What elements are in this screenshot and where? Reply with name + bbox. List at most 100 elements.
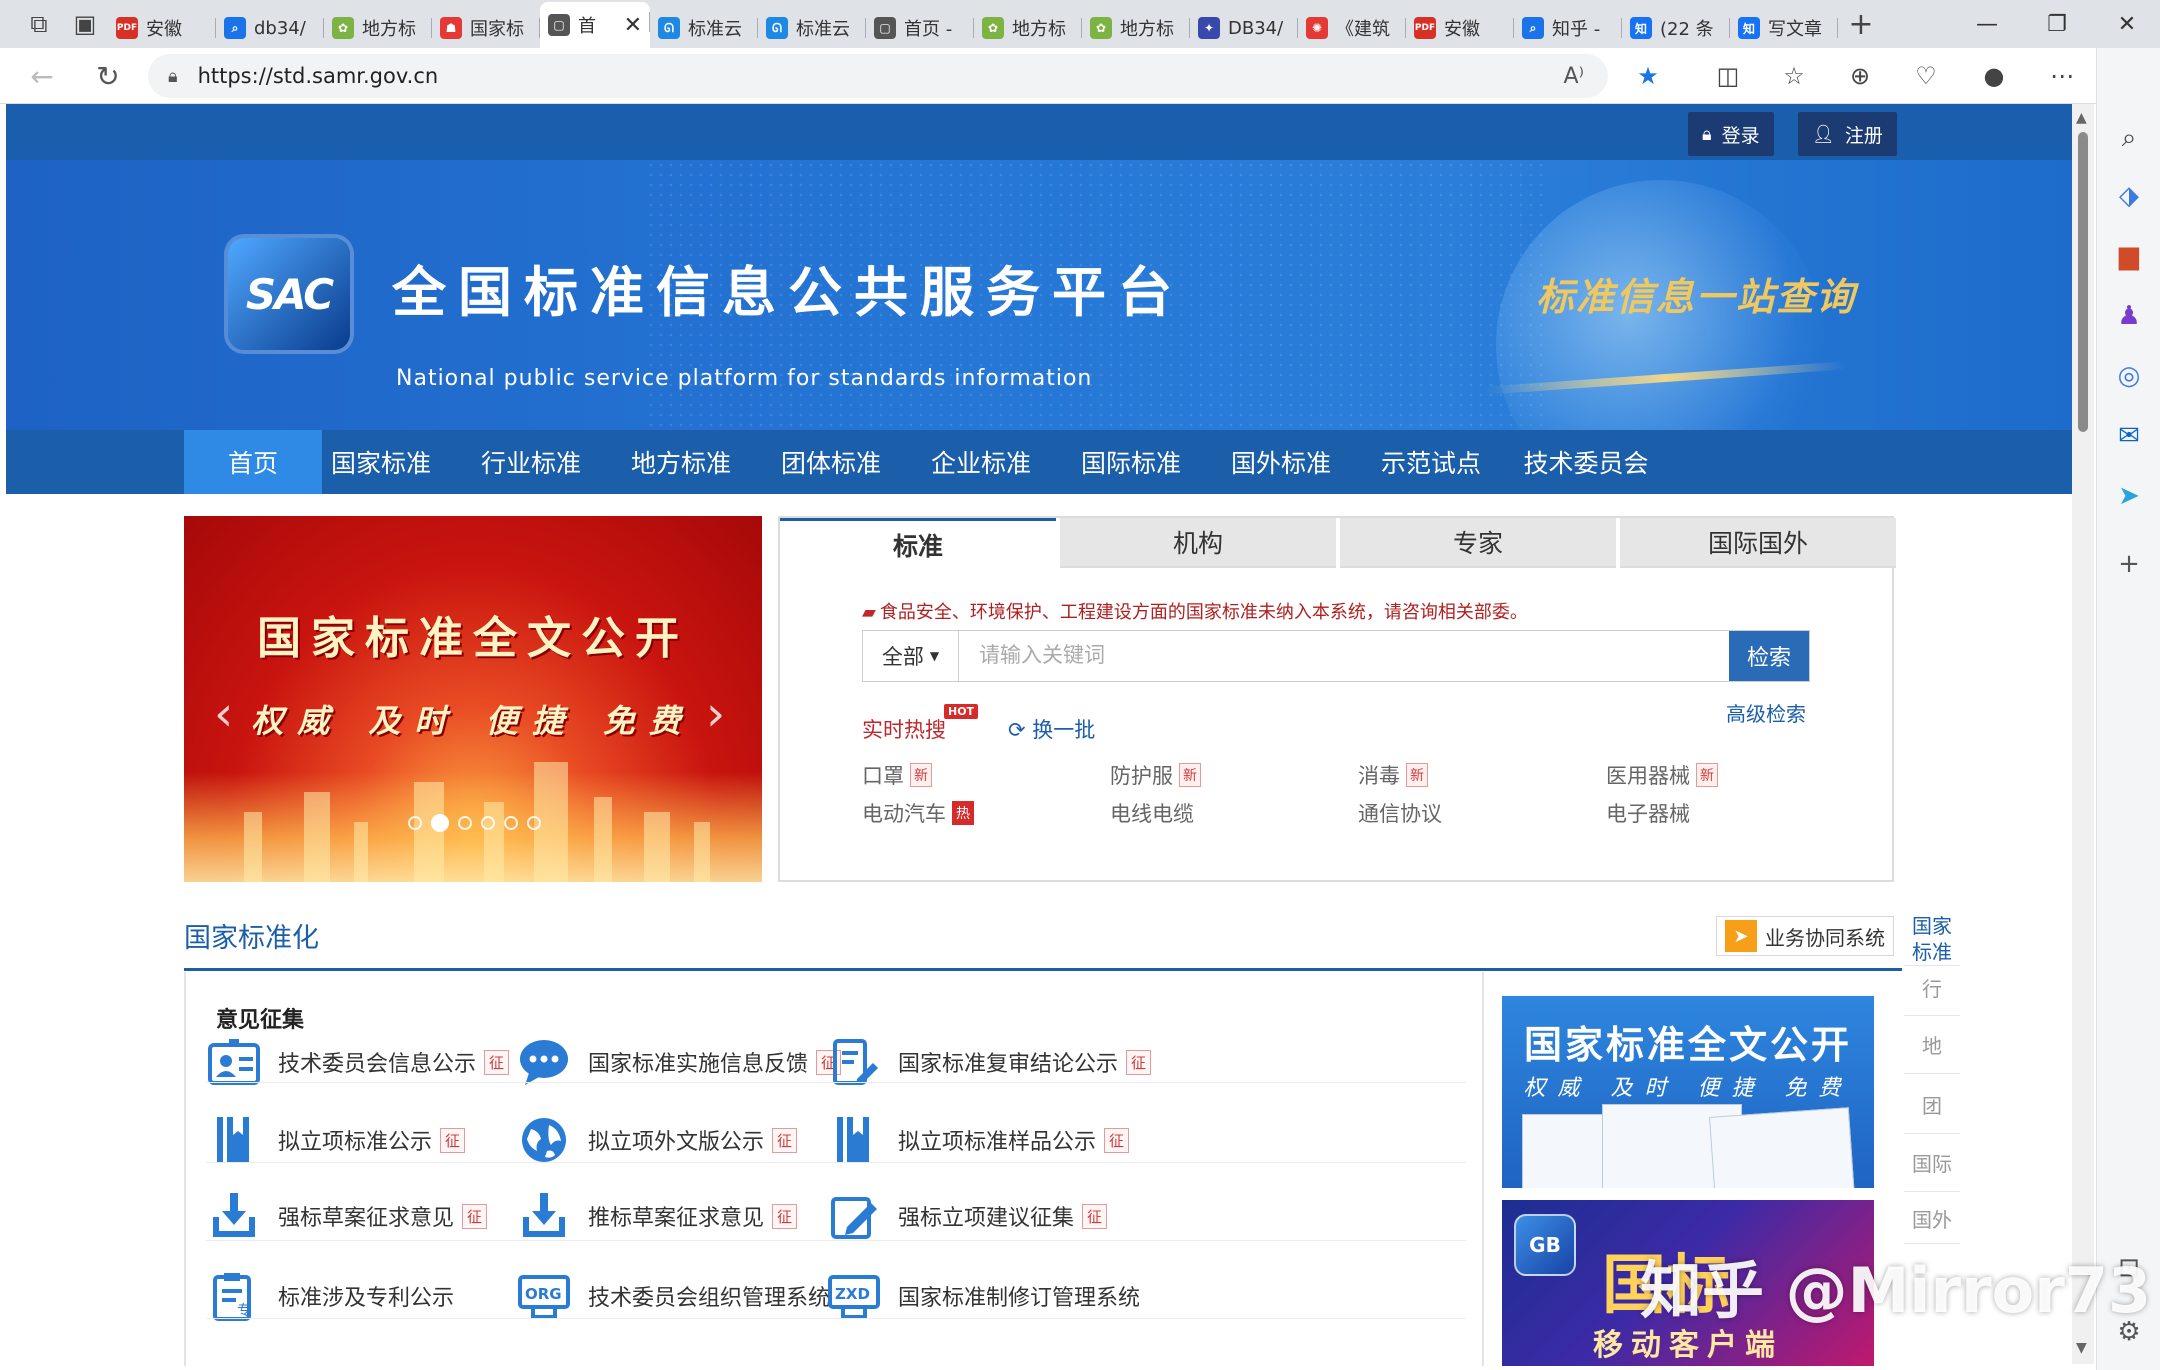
favorite-star-icon[interactable]: ★ bbox=[1622, 54, 1674, 98]
refresh-icon[interactable]: ↻ bbox=[82, 54, 134, 98]
back-icon[interactable]: ← bbox=[16, 54, 68, 98]
scrollbar-thumb[interactable] bbox=[2078, 132, 2088, 432]
sac-logo[interactable]: SAC bbox=[228, 238, 350, 350]
lock-icon[interactable]: 🔒︎ bbox=[168, 66, 178, 87]
nav-item[interactable]: 首页 bbox=[184, 430, 322, 494]
nav-item[interactable]: 企业标准 bbox=[916, 430, 1046, 494]
opinion-item-link[interactable]: ZXD 国家标准制修订管理系统 bbox=[826, 1268, 1140, 1324]
standard-type-tab[interactable]: 地 bbox=[1904, 1016, 1960, 1074]
url-field[interactable]: 🔒︎ https://std.samr.gov.cn A⁾ bbox=[148, 54, 1608, 98]
browser-tab[interactable]: ⌕ db34/ bbox=[216, 8, 324, 48]
standard-type-tab[interactable]: 国外 bbox=[1904, 1194, 1960, 1244]
hot-keyword-link[interactable]: 医用器械新 bbox=[1606, 760, 1718, 790]
more-menu-icon[interactable]: ⋯ bbox=[2036, 54, 2088, 98]
workspaces-icon[interactable]: ⧉ bbox=[16, 4, 62, 44]
hot-keyword-link[interactable]: 通信协议 bbox=[1358, 798, 1442, 828]
browser-tab[interactable]: ✿ 地方标 bbox=[1082, 8, 1190, 48]
nav-item[interactable]: 团体标准 bbox=[766, 430, 896, 494]
search-icon[interactable]: ⌕ bbox=[2109, 118, 2149, 158]
carousel-next-icon[interactable]: › bbox=[706, 686, 725, 742]
hot-keyword-link[interactable]: 口罩新 bbox=[862, 760, 932, 790]
search-tab[interactable]: 标准 bbox=[780, 518, 1056, 568]
games-icon[interactable]: ♟ bbox=[2109, 296, 2149, 336]
new-tab-button[interactable]: + bbox=[1838, 4, 1884, 44]
opinion-item-link[interactable]: 强标草案征求意见征 bbox=[206, 1188, 488, 1244]
read-aloud-icon[interactable]: A⁾ bbox=[1564, 64, 1584, 89]
close-tab-icon[interactable]: ✕ bbox=[624, 13, 642, 38]
browser-tab[interactable]: PDF 安徽 bbox=[108, 8, 216, 48]
restore-button[interactable]: ❐ bbox=[2024, 0, 2090, 48]
opinion-item-link[interactable]: 拟立项标准公示征 bbox=[206, 1112, 466, 1168]
nav-item[interactable]: 国家标准 bbox=[316, 430, 446, 494]
collections-icon[interactable]: ⊕ bbox=[1834, 54, 1886, 98]
split-screen-icon[interactable]: ◫ bbox=[1702, 54, 1754, 98]
login-button[interactable]: 🔒︎ 登录 bbox=[1688, 112, 1774, 156]
opinion-item-link[interactable]: 强标立项建议征集征 bbox=[826, 1188, 1108, 1244]
browser-tab[interactable]: ✿ 地方标 bbox=[324, 8, 432, 48]
opinion-item-link[interactable]: ORG 技术委员会组织管理系统 bbox=[516, 1268, 830, 1324]
browser-tab[interactable]: ▢ 首页 - bbox=[866, 8, 974, 48]
tools-briefcase-icon[interactable]: ▆ bbox=[2109, 236, 2149, 276]
browser-tab[interactable]: 知 (22 条 bbox=[1622, 8, 1730, 48]
close-window-button[interactable]: ✕ bbox=[2094, 0, 2160, 48]
standard-type-tab[interactable]: 国际 bbox=[1904, 1134, 1960, 1192]
opinion-item-link[interactable]: 拟立项外文版公示征 bbox=[516, 1112, 798, 1168]
refresh-batch-link[interactable]: ⟳ 换一批 bbox=[1008, 714, 1095, 744]
microsoft-365-icon[interactable]: ◎ bbox=[2109, 356, 2149, 396]
browser-tab[interactable]: ✺ 《建筑 bbox=[1298, 8, 1406, 48]
browser-tab[interactable]: ᘏ 标准云 bbox=[758, 8, 866, 48]
profile-avatar-icon[interactable]: ● bbox=[1968, 54, 2020, 98]
fulltext-promo-banner[interactable]: 国家标准全文公开 权威 及时 便捷 免费 bbox=[1502, 996, 1874, 1188]
search-category-select[interactable]: 全部 ▼ bbox=[863, 631, 959, 681]
nav-item[interactable]: 国际标准 bbox=[1066, 430, 1196, 494]
browser-tab[interactable]: ⌕ 知乎 - bbox=[1514, 8, 1622, 48]
tab-actions-icon[interactable]: ▣ bbox=[62, 4, 108, 44]
search-button[interactable]: 检索 bbox=[1729, 631, 1809, 681]
browser-tab[interactable]: ☗ 国家标 bbox=[432, 8, 540, 48]
outlook-icon[interactable]: ✉ bbox=[2109, 416, 2149, 456]
search-tab[interactable]: 专家 bbox=[1340, 518, 1616, 568]
carousel-dot[interactable] bbox=[408, 816, 422, 830]
search-input[interactable] bbox=[959, 631, 1729, 681]
favorites-icon[interactable]: ☆ bbox=[1768, 54, 1820, 98]
standard-type-tab[interactable]: 行 bbox=[1904, 960, 1960, 1016]
standard-type-tab[interactable]: 国家标准 bbox=[1904, 912, 1960, 966]
minimize-button[interactable]: — bbox=[1954, 0, 2020, 48]
nav-item[interactable]: 示范试点 bbox=[1366, 430, 1496, 494]
carousel-dot[interactable] bbox=[458, 816, 472, 830]
browser-tab[interactable]: 知写文章 bbox=[1730, 8, 1838, 48]
browser-essentials-icon[interactable]: ♡ bbox=[1900, 54, 1952, 98]
carousel-prev-icon[interactable]: ‹ bbox=[214, 686, 233, 742]
hot-keyword-link[interactable]: 防护服新 bbox=[1110, 760, 1201, 790]
page-scrollbar[interactable]: ▲ ▼ bbox=[2072, 104, 2094, 1364]
nav-item[interactable]: 国外标准 bbox=[1216, 430, 1346, 494]
send-icon[interactable]: ➤ bbox=[2109, 476, 2149, 516]
scroll-down-icon[interactable]: ▼ bbox=[2076, 1340, 2087, 1356]
opinion-item-link[interactable]: 推标草案征求意见征 bbox=[516, 1188, 798, 1244]
browser-tab[interactable]: ✿ 地方标 bbox=[974, 8, 1082, 48]
hot-keyword-link[interactable]: 消毒新 bbox=[1358, 760, 1428, 790]
carousel-dot[interactable] bbox=[431, 814, 449, 832]
hot-keyword-link[interactable]: 电线电缆 bbox=[1110, 798, 1194, 828]
opinion-item-link[interactable]: 拟立项标准样品公示征 bbox=[826, 1112, 1130, 1168]
browser-tab[interactable]: ✦ DB34/ bbox=[1190, 8, 1298, 48]
advanced-search-link[interactable]: 高级检索 bbox=[1726, 698, 1806, 727]
carousel-dot[interactable] bbox=[481, 816, 495, 830]
nav-item[interactable]: 技术委员会 bbox=[1511, 430, 1661, 494]
add-sidebar-app-icon[interactable]: + bbox=[2109, 544, 2149, 584]
shopping-tag-icon[interactable]: ⬗ bbox=[2109, 176, 2149, 216]
browser-tab[interactable]: PDF 安徽 bbox=[1406, 8, 1514, 48]
search-tab[interactable]: 国际国外 bbox=[1620, 518, 1896, 568]
nav-item[interactable]: 地方标准 bbox=[616, 430, 746, 494]
nav-item[interactable]: 行业标准 bbox=[466, 430, 596, 494]
hero-carousel[interactable]: 国家标准全文公开 权威 及时 便捷 免费 ‹ › bbox=[184, 516, 762, 882]
search-tab[interactable]: 机构 bbox=[1060, 518, 1336, 568]
hot-keyword-link[interactable]: 电动汽车热 bbox=[862, 798, 974, 828]
register-button[interactable]: 👤︎ 注册 bbox=[1798, 112, 1897, 156]
browser-tab[interactable]: ▢ 首 ✕ bbox=[540, 2, 650, 48]
carousel-dot[interactable] bbox=[504, 816, 518, 830]
carousel-dot[interactable] bbox=[527, 816, 541, 830]
standard-type-tab[interactable]: 团 bbox=[1904, 1076, 1960, 1134]
browser-tab[interactable]: ᘏ 标准云 bbox=[650, 8, 758, 48]
hot-keyword-link[interactable]: 电子器械 bbox=[1606, 798, 1690, 828]
